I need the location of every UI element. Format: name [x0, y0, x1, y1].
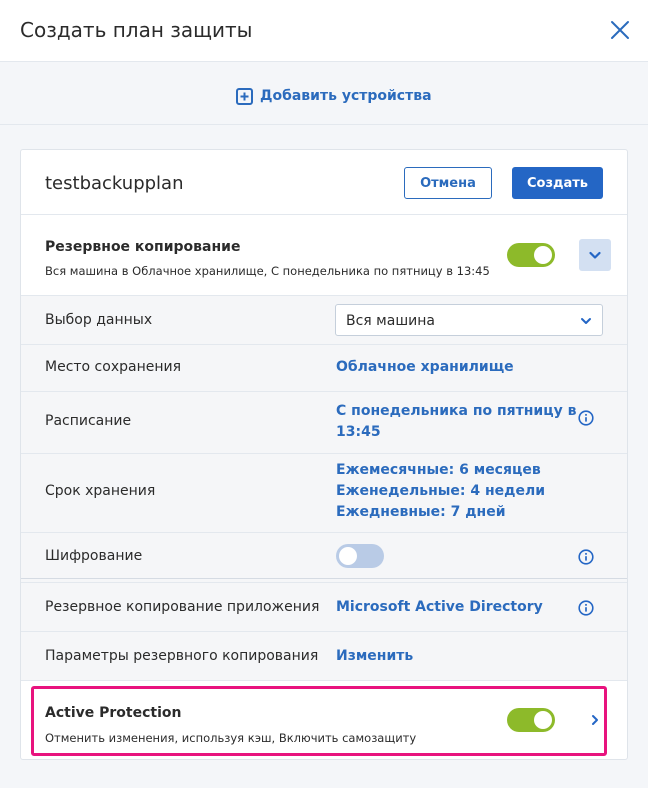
dialog-header: Создать план защиты	[0, 0, 648, 62]
backup-toggle[interactable]	[507, 243, 555, 267]
backup-options-label: Параметры резервного копирования	[45, 648, 319, 664]
schedule-line-1: С понедельника по пятницу в	[336, 403, 577, 419]
row-divider	[21, 295, 627, 296]
info-icon[interactable]	[578, 600, 594, 616]
schedule-link[interactable]: С понедельника по пятницу в 13:45	[336, 401, 576, 443]
info-icon[interactable]	[578, 549, 594, 565]
row-divider	[21, 391, 627, 392]
encryption-toggle[interactable]	[336, 544, 384, 568]
toggle-knob	[339, 547, 357, 565]
backup-collapse-button[interactable]	[579, 239, 611, 271]
active-protection-description: Отменить изменения, используя кэш, Включ…	[45, 731, 417, 745]
retention-link[interactable]: Ежемесячные: 6 месяцев Еженедельные: 4 н…	[336, 460, 545, 523]
info-icon[interactable]	[578, 410, 594, 426]
add-devices-button[interactable]: Добавить устройства	[236, 86, 432, 106]
retention-weekly: Еженедельные: 4 недели	[336, 483, 546, 499]
chevron-down-icon	[581, 318, 591, 324]
destination-label: Место сохранения	[45, 359, 182, 375]
row-divider	[21, 453, 627, 454]
backup-section-title: Резервное копирование	[45, 239, 241, 255]
retention-label: Срок хранения	[45, 483, 156, 499]
row-divider	[21, 578, 627, 579]
plus-square-icon	[236, 87, 253, 105]
encryption-label: Шифрование	[45, 548, 143, 564]
row-divider	[21, 582, 627, 583]
schedule-line-2: 13:45	[336, 424, 381, 440]
card-divider	[21, 214, 627, 215]
close-icon[interactable]	[608, 18, 632, 42]
plan-name[interactable]: testbackupplan	[45, 173, 184, 194]
retention-monthly: Ежемесячные: 6 месяцев	[336, 462, 541, 478]
row-divider	[21, 680, 627, 681]
cancel-button[interactable]: Отмена	[404, 167, 492, 199]
row-divider	[21, 532, 627, 533]
data-selection-dropdown[interactable]: Вся машина	[335, 304, 603, 336]
dialog-title: Создать план защиты	[20, 18, 253, 42]
add-devices-label: Добавить устройства	[260, 88, 432, 104]
backup-options-link[interactable]: Изменить	[336, 646, 413, 667]
app-backup-label: Резервное копирование приложения	[45, 599, 320, 615]
toggle-knob	[534, 711, 552, 729]
create-button[interactable]: Создать	[512, 167, 603, 199]
section-divider	[0, 124, 648, 125]
backup-section-description: Вся машина в Облачное хранилище, С понед…	[45, 264, 490, 278]
data-selection-value: Вся машина	[346, 313, 435, 329]
data-selection-label: Выбор данных	[45, 312, 153, 328]
active-protection-toggle[interactable]	[507, 708, 555, 732]
chevron-down-icon	[589, 251, 601, 259]
app-backup-link[interactable]: Microsoft Active Directory	[336, 597, 543, 618]
active-protection-title: Active Protection	[45, 705, 182, 721]
retention-daily: Ежедневные: 7 дней	[336, 504, 506, 520]
toggle-knob	[534, 246, 552, 264]
schedule-label: Расписание	[45, 413, 132, 429]
row-divider	[21, 631, 627, 632]
row-divider	[21, 344, 627, 345]
destination-link[interactable]: Облачное хранилище	[336, 357, 514, 378]
chevron-right-icon[interactable]	[589, 712, 601, 728]
